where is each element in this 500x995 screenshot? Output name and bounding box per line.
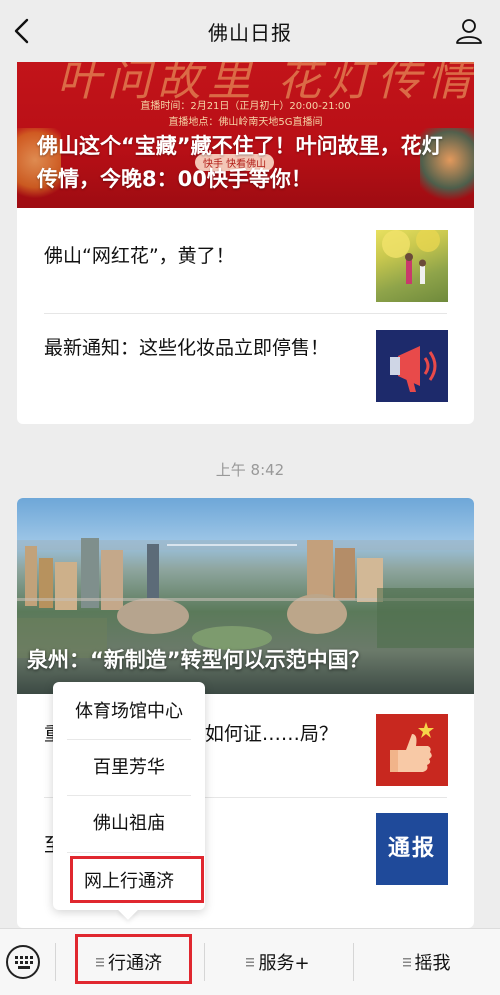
- hero-headline: 泉州：“新制造”转型何以示范中国？: [27, 648, 370, 672]
- menu-lines-icon: [402, 957, 411, 966]
- menu-tab-xingtongji[interactable]: 行通济: [55, 929, 203, 995]
- menu-lines-icon: [96, 957, 104, 966]
- article-thumbnail: [376, 228, 448, 302]
- menu-item-foshan-zumiao[interactable]: 佛山祖庙: [53, 796, 205, 852]
- list-item[interactable]: 最新通知：这些化妆品立即停售！: [17, 320, 474, 418]
- article-card-1: 叶问故里 花灯传情 直播时间：2月21日（正月初十）20:00-21:00 直播…: [17, 58, 474, 424]
- hero-info-time: 直播时间：2月21日（正月初十）20:00-21:00: [140, 101, 351, 112]
- featured-article-2[interactable]: 泉州：“新制造”转型何以示范中国？: [17, 498, 474, 694]
- submenu-popup: 体育场馆中心 百里芳华 佛山祖庙 网上行通济: [53, 682, 205, 920]
- tab-label: 摇我: [414, 953, 451, 974]
- profile-icon[interactable]: [454, 16, 484, 46]
- featured-article-1[interactable]: 叶问故里 花灯传情 直播时间：2月21日（正月初十）20:00-21:00 直播…: [17, 58, 474, 208]
- tab-label: 行通济: [108, 953, 162, 974]
- menu-tab-services[interactable]: 服务+: [204, 929, 352, 995]
- top-bar: 佛山日报: [0, 0, 500, 62]
- bottom-menu-bar: 行通济 服务+ 摇我: [0, 928, 500, 995]
- hero-headline: 佛山这个“宝藏”藏不住了！叶问故里，花灯传情，今晚8：00快手等你！: [37, 134, 443, 191]
- tab-label: 服务+: [258, 953, 310, 974]
- back-arrow-icon[interactable]: [10, 17, 34, 45]
- menu-tab-shake[interactable]: 摇我: [353, 929, 500, 995]
- article-title: 最新通知：这些化妆品立即停售！: [44, 337, 330, 359]
- keyboard-icon[interactable]: [6, 945, 40, 979]
- menu-lines-icon: [246, 957, 255, 966]
- divider: [44, 313, 447, 314]
- thumbs-up-icon: [376, 714, 448, 786]
- list-item[interactable]: 佛山“网红花”，黄了！: [17, 216, 474, 314]
- divider: [67, 852, 191, 853]
- notice-thumbnail: 通报: [376, 813, 448, 885]
- menu-item-stadium-center[interactable]: 体育场馆中心: [53, 684, 205, 740]
- menu-item-baili-fanghua[interactable]: 百里芳华: [53, 740, 205, 796]
- megaphone-icon: [376, 330, 448, 402]
- page-title: 佛山日报: [208, 20, 292, 45]
- article-title: 佛山“网红花”，黄了！: [44, 245, 235, 267]
- hero-info-place: 直播地点：佛山岭南天地5G直播间: [168, 117, 323, 128]
- message-timestamp: 上午 8:42: [215, 461, 285, 479]
